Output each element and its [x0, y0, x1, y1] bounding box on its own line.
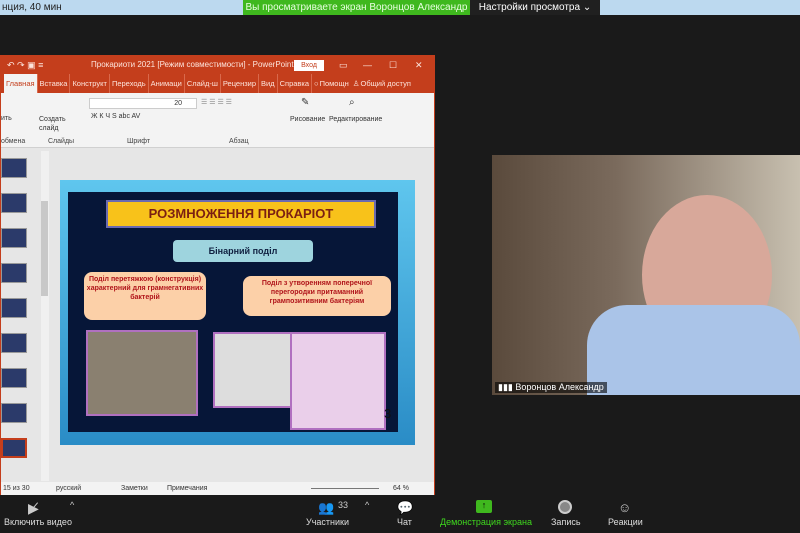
slide-thumbnail[interactable]: [1, 403, 27, 423]
slide-thumbnails: [1, 148, 41, 482]
person-icon: ♙: [352, 79, 360, 88]
quick-access-icons[interactable]: ↶ ↷ ▣ ≡: [7, 56, 43, 74]
share-screen-button[interactable]: Демонстрация экрана: [440, 517, 532, 527]
video-off-icon[interactable]: ▶̸: [28, 500, 39, 517]
septum-box: Поділ з утворенням поперечної перегородк…: [243, 276, 391, 316]
participants-icon[interactable]: 👥: [318, 500, 334, 516]
slide-thumbnail-selected[interactable]: [1, 438, 27, 458]
ribbon-display-icon[interactable]: ▭: [339, 56, 348, 74]
tab-tell-me-label: Помощн: [319, 79, 349, 88]
font-name-select[interactable]: 20: [89, 98, 197, 109]
slide-content: РОЗМНОЖЕННЯ ПРОКАРІОТ Бінарний поділ Под…: [68, 192, 398, 432]
maximize-icon[interactable]: ☐: [389, 56, 397, 74]
bacteria-micrograph: [86, 330, 198, 416]
slide-thumbnail[interactable]: [1, 298, 27, 318]
drawing-icon: ✎: [301, 97, 310, 108]
speaker-shirt: [587, 305, 800, 395]
tab-share[interactable]: ♙Общий доступ: [351, 74, 413, 93]
notes-button[interactable]: Заметки: [121, 482, 148, 495]
participant-video: [492, 155, 800, 395]
slide-thumbnail[interactable]: [1, 263, 27, 283]
language[interactable]: русский: [56, 482, 81, 495]
new-slide-button[interactable]: Создать слайд: [39, 115, 69, 133]
window-title: Прокариоти 2021 [Режим совместимости] - …: [91, 60, 294, 69]
font-size-select[interactable]: 20: [174, 100, 182, 107]
participants-button[interactable]: Участники: [306, 517, 349, 527]
slide-thumbnail[interactable]: [1, 333, 27, 353]
constriction-box: Поділ перетяжкою (конструкція) характерн…: [84, 272, 206, 320]
slide-number: 3: [384, 406, 392, 421]
group-font: Шрифт: [127, 138, 151, 145]
zoom-toolbar: ▶̸ ^ Включить видео 👥 33 ^ Участники 💬 Ч…: [0, 497, 800, 533]
tab-help[interactable]: Справка: [278, 74, 313, 93]
drawing-button[interactable]: Рисование: [290, 116, 325, 123]
tab-share-label: Общий доступ: [360, 79, 411, 88]
participants-chevron[interactable]: ^: [365, 500, 369, 510]
video-options-chevron[interactable]: ^: [70, 500, 74, 510]
comments-button[interactable]: Примечания: [167, 482, 207, 495]
editing-button[interactable]: Редактирование: [329, 116, 382, 123]
slide-thumbnail[interactable]: [1, 193, 27, 213]
slide-thumbnail[interactable]: [1, 158, 27, 178]
record-icon[interactable]: [558, 500, 572, 514]
font-format-buttons[interactable]: Ж К Ч S abc AV: [91, 113, 140, 120]
close-icon[interactable]: ✕: [415, 56, 423, 74]
slide-counter: 15 из 30: [3, 485, 30, 492]
chat-button[interactable]: Чат: [397, 517, 412, 527]
tab-insert[interactable]: Вставка: [38, 74, 71, 93]
septum-diagram: [290, 332, 386, 430]
slide-thumbnail[interactable]: [1, 228, 27, 248]
status-bar: 15 из 30 русский Заметки Примечания 64 %: [1, 482, 434, 495]
paragraph-buttons[interactable]: ☰ ☰ ☰ ☰: [201, 98, 232, 106]
slide-title: РОЗМНОЖЕННЯ ПРОКАРІОТ: [106, 200, 376, 228]
record-button[interactable]: Запись: [551, 517, 581, 527]
cell-diagram: [213, 332, 295, 408]
reactions-icon[interactable]: ☺: [618, 500, 631, 515]
share-screen-icon[interactable]: ↑: [476, 500, 492, 513]
tab-tell-me[interactable]: ○Помощн: [312, 74, 351, 93]
group-slides: Слайды: [48, 138, 75, 145]
zoom-level[interactable]: 64 %: [393, 482, 409, 495]
screen-share-banner: Вы просматриваете экран Воронцов Алексан…: [243, 0, 470, 15]
participants-count: 33: [338, 500, 349, 510]
ribbon-tabs: Главная Вставка Конструкт Переходь Анима…: [1, 74, 434, 93]
search-icon: ⌕: [349, 97, 355, 108]
slide-canvas: РОЗМНОЖЕННЯ ПРОКАРІОТ Бінарний поділ Под…: [60, 180, 415, 445]
tab-transitions[interactable]: Переходь: [110, 74, 149, 93]
tab-review[interactable]: Рецензир: [221, 74, 260, 93]
slide-thumbnail[interactable]: [1, 368, 27, 388]
paste-button[interactable]: ить: [1, 115, 12, 122]
ribbon: ить Создать слайд 20 Ж К Ч S abc AV ☰ ☰ …: [1, 93, 434, 148]
tab-view[interactable]: Вид: [259, 74, 278, 93]
zoom-slider[interactable]: [311, 488, 379, 489]
title-bar: ↶ ↷ ▣ ≡ Прокариоти 2021 [Режим совместим…: [1, 56, 434, 74]
reactions-button[interactable]: Реакции: [608, 517, 643, 527]
binary-division-box: Бінарний поділ: [173, 240, 313, 262]
tab-animations[interactable]: Анимаци: [149, 74, 185, 93]
group-paragraph: Абзац: [229, 138, 249, 145]
group-clipboard: обмена: [1, 138, 26, 145]
view-settings-button[interactable]: Настройки просмотра ⌄: [470, 0, 600, 15]
participant-name: ▮▮▮ Воронцов Александр: [495, 382, 607, 393]
minimize-icon[interactable]: —: [363, 56, 372, 74]
tab-home[interactable]: Главная: [4, 74, 38, 93]
tab-design[interactable]: Конструкт: [70, 74, 110, 93]
start-video-button[interactable]: Включить видео: [4, 517, 72, 527]
tab-slideshow[interactable]: Слайд-ш: [185, 74, 221, 93]
lightbulb-icon: ○: [314, 79, 319, 88]
login-button[interactable]: Вход: [294, 60, 324, 71]
chat-icon[interactable]: 💬: [397, 500, 413, 516]
scrollbar-thumb[interactable]: [41, 201, 48, 296]
